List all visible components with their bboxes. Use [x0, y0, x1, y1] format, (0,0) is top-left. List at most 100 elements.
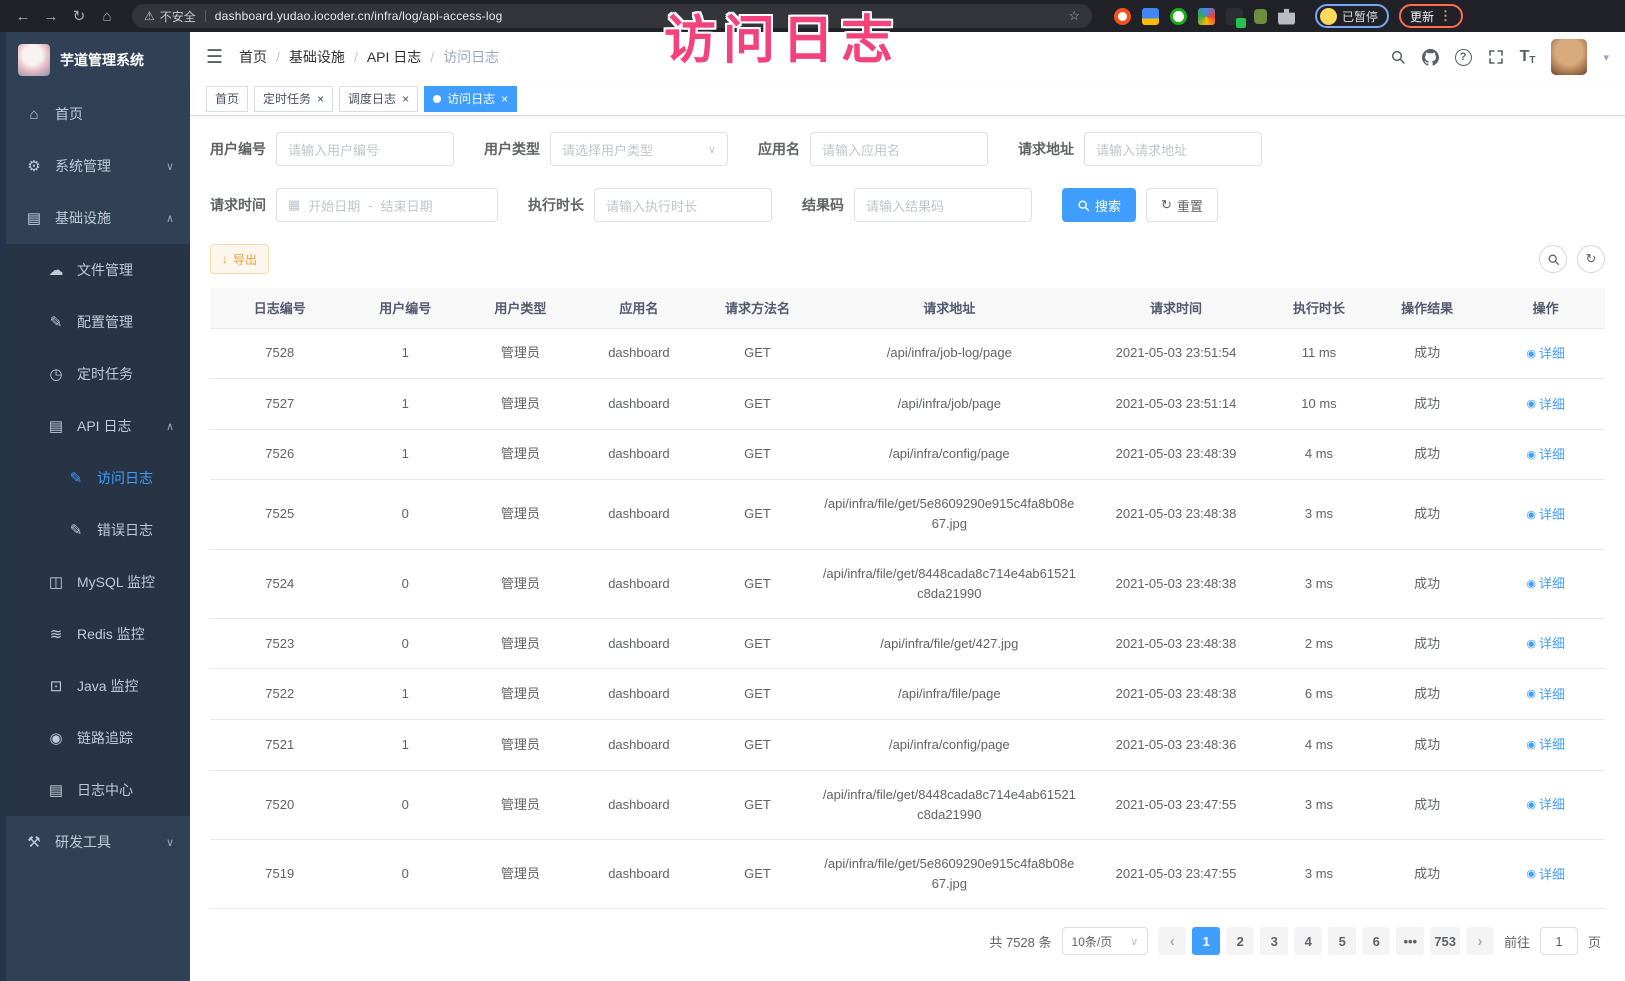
page-button[interactable]: 4 [1294, 927, 1322, 955]
date-range-picker[interactable]: ▦ 开始日期 - 结束日期 [276, 188, 498, 222]
sidebar-item-home[interactable]: ⌂首页 [6, 88, 190, 140]
more-pages-button[interactable]: ••• [1396, 927, 1424, 955]
sidebar-item-java-monitor[interactable]: ⊡Java 监控 [6, 660, 190, 712]
docs-help-icon[interactable]: ? [1455, 49, 1472, 66]
refresh-table-button[interactable]: ↻ [1577, 245, 1605, 273]
detail-link[interactable]: ◉详细 [1526, 445, 1565, 465]
sidebar-item-file-manage[interactable]: ☁文件管理 [6, 244, 190, 296]
browser-forward-icon[interactable]: → [38, 8, 64, 25]
sidebar-item-system[interactable]: ⚙系统管理∨ [6, 140, 190, 192]
sidebar-item-log-center[interactable]: ▤日志中心 [6, 764, 190, 816]
request-method-cell: GET [698, 839, 817, 908]
detail-link[interactable]: ◉详细 [1526, 795, 1565, 815]
extensions-puzzle-icon[interactable] [1278, 8, 1295, 25]
detail-link[interactable]: ◉详细 [1526, 865, 1565, 885]
font-size-icon[interactable]: TT [1520, 48, 1536, 66]
request-url-input[interactable]: 请输入请求地址 [1084, 132, 1262, 166]
detail-link[interactable]: ◉详细 [1526, 395, 1565, 415]
browser-home-icon[interactable]: ⌂ [94, 8, 120, 25]
action-cell: ◉详细 [1486, 480, 1605, 549]
sidebar-item-api-log[interactable]: ▤API 日志∧ [6, 400, 190, 452]
extension-icon[interactable] [1142, 8, 1159, 25]
extension-icon[interactable] [1114, 8, 1131, 25]
goto-page-input[interactable]: 1 [1540, 927, 1578, 955]
search-button[interactable]: 搜索 [1062, 188, 1136, 222]
request-method-cell: GET [698, 720, 817, 771]
extension-icon[interactable] [1170, 8, 1187, 25]
view-tab[interactable]: 调度日志× [339, 86, 418, 112]
user-id-cell: 0 [350, 618, 462, 669]
search-icon[interactable] [1390, 49, 1406, 65]
sidebar-item-trace[interactable]: ◉链路追踪 [6, 712, 190, 764]
request-url-cell: /api/infra/file/get/8448cada8c714e4ab615… [817, 770, 1082, 839]
detail-link[interactable]: ◉详细 [1526, 685, 1565, 705]
page-button[interactable]: 2 [1226, 927, 1254, 955]
app-name-label: 应用名 [758, 139, 800, 159]
page-size-select[interactable]: 10条/页 ∨ [1062, 927, 1149, 955]
request-url-cell: /api/infra/file/get/5e8609290e915c4fa8b0… [817, 480, 1082, 549]
detail-link[interactable]: ◉详细 [1526, 344, 1565, 364]
sidebar-item-error-log[interactable]: ✎错误日志 [6, 504, 190, 556]
detail-link[interactable]: ◉详细 [1526, 505, 1565, 525]
user-type-cell: 管理员 [461, 429, 580, 480]
reset-button[interactable]: ↻ 重置 [1146, 188, 1218, 222]
view-tab[interactable]: 定时任务× [254, 86, 333, 112]
action-cell: ◉详细 [1486, 669, 1605, 720]
page-button[interactable]: 753 [1430, 927, 1460, 955]
user-id-input[interactable]: 请输入用户编号 [276, 132, 454, 166]
browser-reload-icon[interactable]: ↻ [66, 7, 92, 25]
browser-update-button[interactable]: 更新 ⋮ [1399, 4, 1463, 28]
eye-icon: ◉ [1526, 346, 1536, 363]
export-button[interactable]: ↓ 导出 [210, 244, 269, 274]
sidebar-item-infra[interactable]: ▤基础设施∧ [6, 192, 190, 244]
bookmark-star-icon[interactable]: ☆ [1068, 8, 1080, 24]
close-icon[interactable]: × [317, 92, 324, 106]
next-page-button[interactable]: › [1466, 927, 1494, 955]
user-type-select[interactable]: 请选择用户类型 ∨ [550, 132, 728, 166]
page-button[interactable]: 5 [1328, 927, 1356, 955]
api-log-icon: ▤ [44, 417, 68, 435]
page-button[interactable]: 6 [1362, 927, 1390, 955]
detail-link[interactable]: ◉详细 [1526, 574, 1565, 594]
avatar-caret-icon[interactable]: ▾ [1603, 51, 1609, 64]
view-tab[interactable]: 首页 [206, 86, 248, 112]
browser-menu-icon[interactable]: ⋮ [1439, 8, 1452, 24]
extension-icon[interactable] [1226, 8, 1243, 25]
result-code-input[interactable]: 请输入结果码 [854, 188, 1032, 222]
breadcrumb-item[interactable]: 首页 [239, 47, 267, 67]
extension-icon[interactable] [1198, 8, 1215, 25]
action-cell: ◉详细 [1486, 328, 1605, 379]
app-name-input[interactable]: 请输入应用名 [810, 132, 988, 166]
detail-link[interactable]: ◉详细 [1526, 634, 1565, 654]
sidebar-item-access-log[interactable]: ✎访问日志 [6, 452, 190, 504]
breadcrumb-item[interactable]: 基础设施 [289, 47, 345, 67]
close-icon[interactable]: × [402, 92, 409, 106]
sidebar-item-mysql-monitor[interactable]: ◫MySQL 监控 [6, 556, 190, 608]
action-cell: ◉详细 [1486, 839, 1605, 908]
duration-input[interactable]: 请输入执行时长 [594, 188, 772, 222]
fullscreen-icon[interactable] [1488, 49, 1504, 65]
sidebar-item-scheduled-jobs[interactable]: ◷定时任务 [6, 348, 190, 400]
github-icon[interactable] [1422, 49, 1439, 66]
user-avatar[interactable] [1551, 39, 1587, 75]
column-header-action: 操作 [1486, 288, 1605, 328]
sidebar-item-config-manage[interactable]: ✎配置管理 [6, 296, 190, 348]
extension-icon[interactable] [1254, 9, 1267, 24]
detail-link[interactable]: ◉详细 [1526, 735, 1565, 755]
sidebar-item-redis-monitor[interactable]: ≋Redis 监控 [6, 608, 190, 660]
sidebar-item-dev-tools[interactable]: ⚒研发工具∨ [6, 816, 190, 868]
profile-paused-badge[interactable]: 已暂停 [1315, 4, 1389, 28]
page-button[interactable]: 3 [1260, 927, 1288, 955]
address-bar[interactable]: ⚠ 不安全 dashboard.yudao.iocoder.cn/infra/l… [132, 4, 1092, 28]
page-button[interactable]: 1 [1192, 927, 1220, 955]
prev-page-button[interactable]: ‹ [1158, 927, 1186, 955]
breadcrumb-item[interactable]: API 日志 [367, 47, 421, 67]
toggle-search-button[interactable] [1539, 245, 1567, 273]
request-url-cell: /api/infra/job-log/page [817, 328, 1082, 379]
user-type-cell: 管理员 [461, 770, 580, 839]
view-tab[interactable]: 访问日志× [424, 86, 517, 112]
user-type-cell: 管理员 [461, 328, 580, 379]
close-icon[interactable]: × [501, 92, 508, 106]
browser-back-icon[interactable]: ← [10, 8, 36, 25]
hamburger-icon[interactable]: ☰ [206, 46, 223, 69]
